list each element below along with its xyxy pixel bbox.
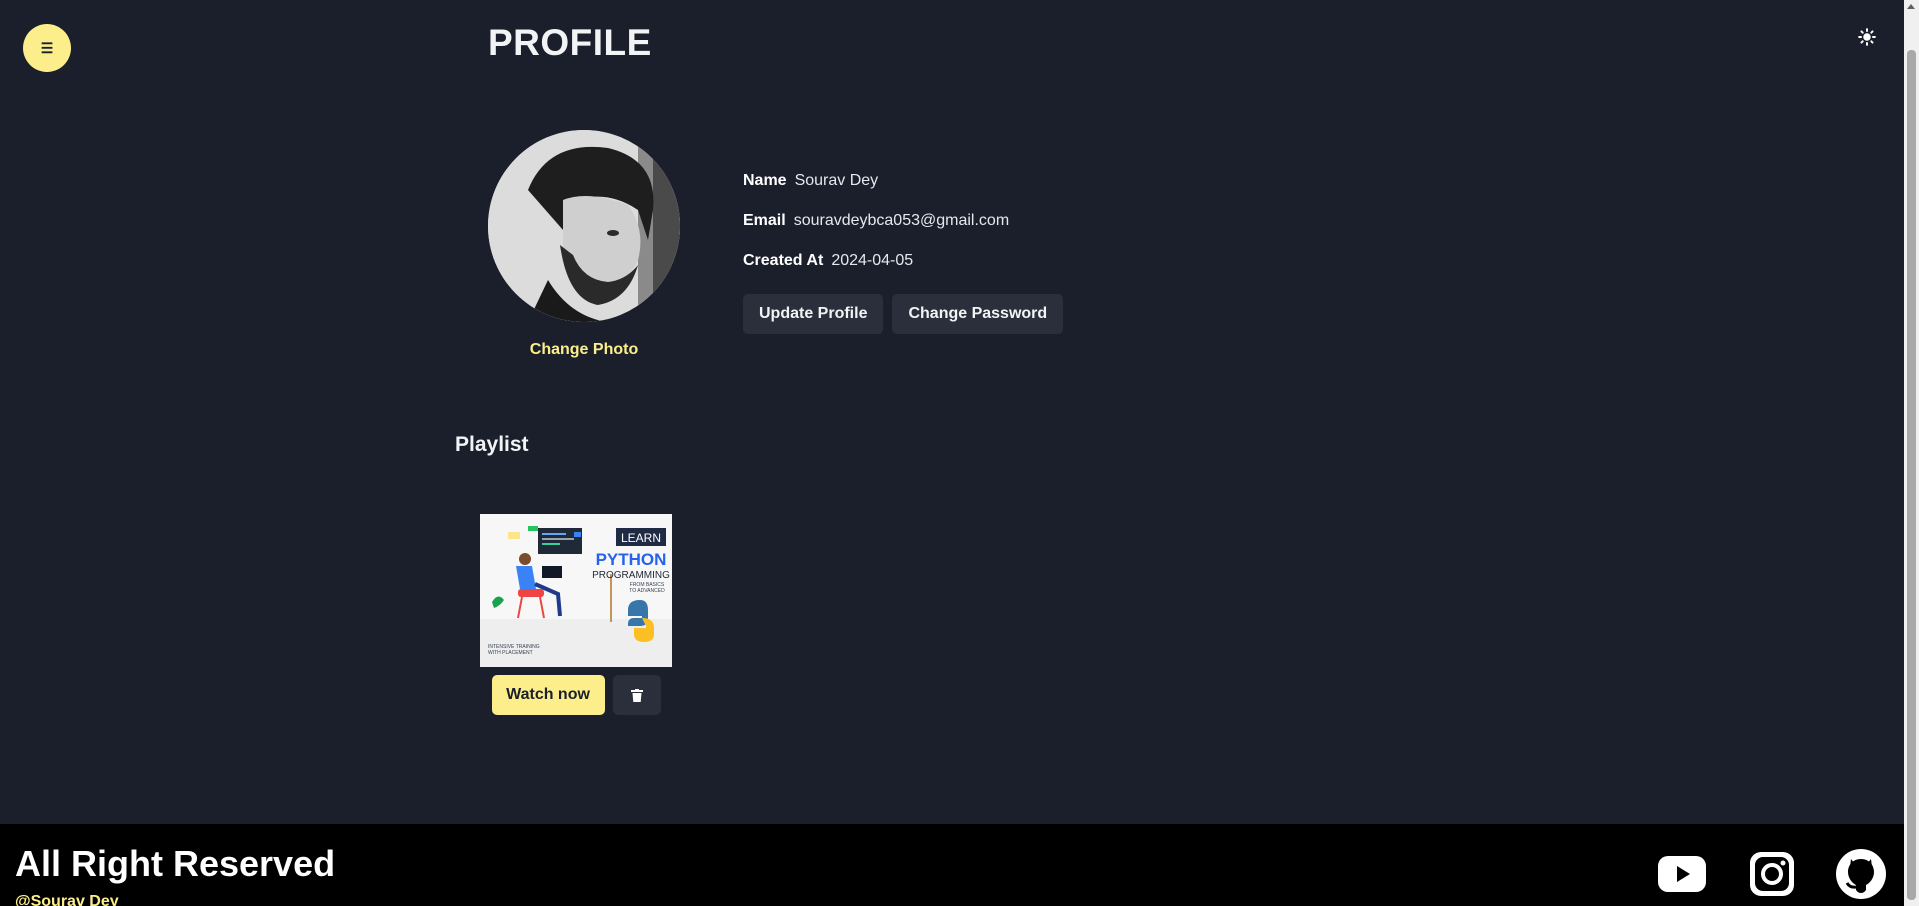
footer-handle: @Sourav Dey: [15, 893, 119, 906]
email-value: souravdeybca053@gmail.com: [793, 212, 1010, 229]
email-label: Email: [743, 212, 786, 229]
footer: All Right Reserved @Sourav Dey: [0, 824, 1904, 906]
avatar-image: [488, 130, 680, 322]
scroll-thumb[interactable]: [1907, 50, 1916, 900]
youtube-icon: [1658, 856, 1706, 892]
change-photo-button[interactable]: Change Photo: [488, 341, 680, 359]
created-at-row: Created At 2024-04-05: [743, 252, 1063, 292]
instagram-icon: [1750, 852, 1794, 896]
instagram-link[interactable]: [1747, 849, 1797, 899]
playlist-card: LEARN PYTHON PROGRAMMING FROM BASICS TO …: [480, 514, 672, 715]
thumb-subtitle: PROGRAMMING: [592, 570, 670, 581]
watch-now-button[interactable]: Watch now: [491, 675, 605, 715]
menu-button[interactable]: ☰: [23, 24, 71, 72]
scroll-up-arrow[interactable]: [1907, 4, 1915, 9]
vertical-scrollbar[interactable]: [1904, 0, 1919, 906]
trash-icon: [630, 688, 643, 702]
delete-button[interactable]: [612, 675, 661, 715]
thumb-tag: LEARN: [621, 531, 661, 545]
page-title: PROFILE: [488, 22, 652, 63]
thumb-title: PYTHON: [596, 550, 667, 569]
created-at-label: Created At: [743, 252, 824, 269]
name-label: Name: [743, 172, 787, 189]
thumb-bottom-2: WITH PLACEMENT: [488, 650, 533, 656]
update-profile-button[interactable]: Update Profile: [743, 294, 884, 334]
email-row: Email souravdeybca053@gmail.com: [743, 212, 1063, 252]
sun-icon: [1858, 28, 1876, 46]
avatar: [488, 130, 680, 322]
theme-toggle-button[interactable]: [1854, 24, 1880, 50]
profile-info: Name Sourav Dey Email souravdeybca053@gm…: [743, 172, 1064, 334]
course-thumbnail[interactable]: LEARN PYTHON PROGRAMMING FROM BASICS TO …: [480, 514, 672, 667]
thumb-small-2: TO ADVANCED: [629, 588, 665, 594]
name-row: Name Sourav Dey: [743, 172, 1063, 212]
github-icon: [1836, 849, 1886, 899]
change-password-button[interactable]: Change Password: [892, 294, 1064, 334]
youtube-link[interactable]: [1657, 849, 1707, 899]
playlist-title: Playlist: [455, 433, 529, 456]
github-link[interactable]: [1836, 849, 1886, 899]
footer-title: All Right Reserved: [15, 843, 336, 884]
hamburger-icon: ☰: [40, 39, 54, 56]
created-at-value: 2024-04-05: [831, 252, 914, 269]
name-value: Sourav Dey: [794, 172, 879, 189]
